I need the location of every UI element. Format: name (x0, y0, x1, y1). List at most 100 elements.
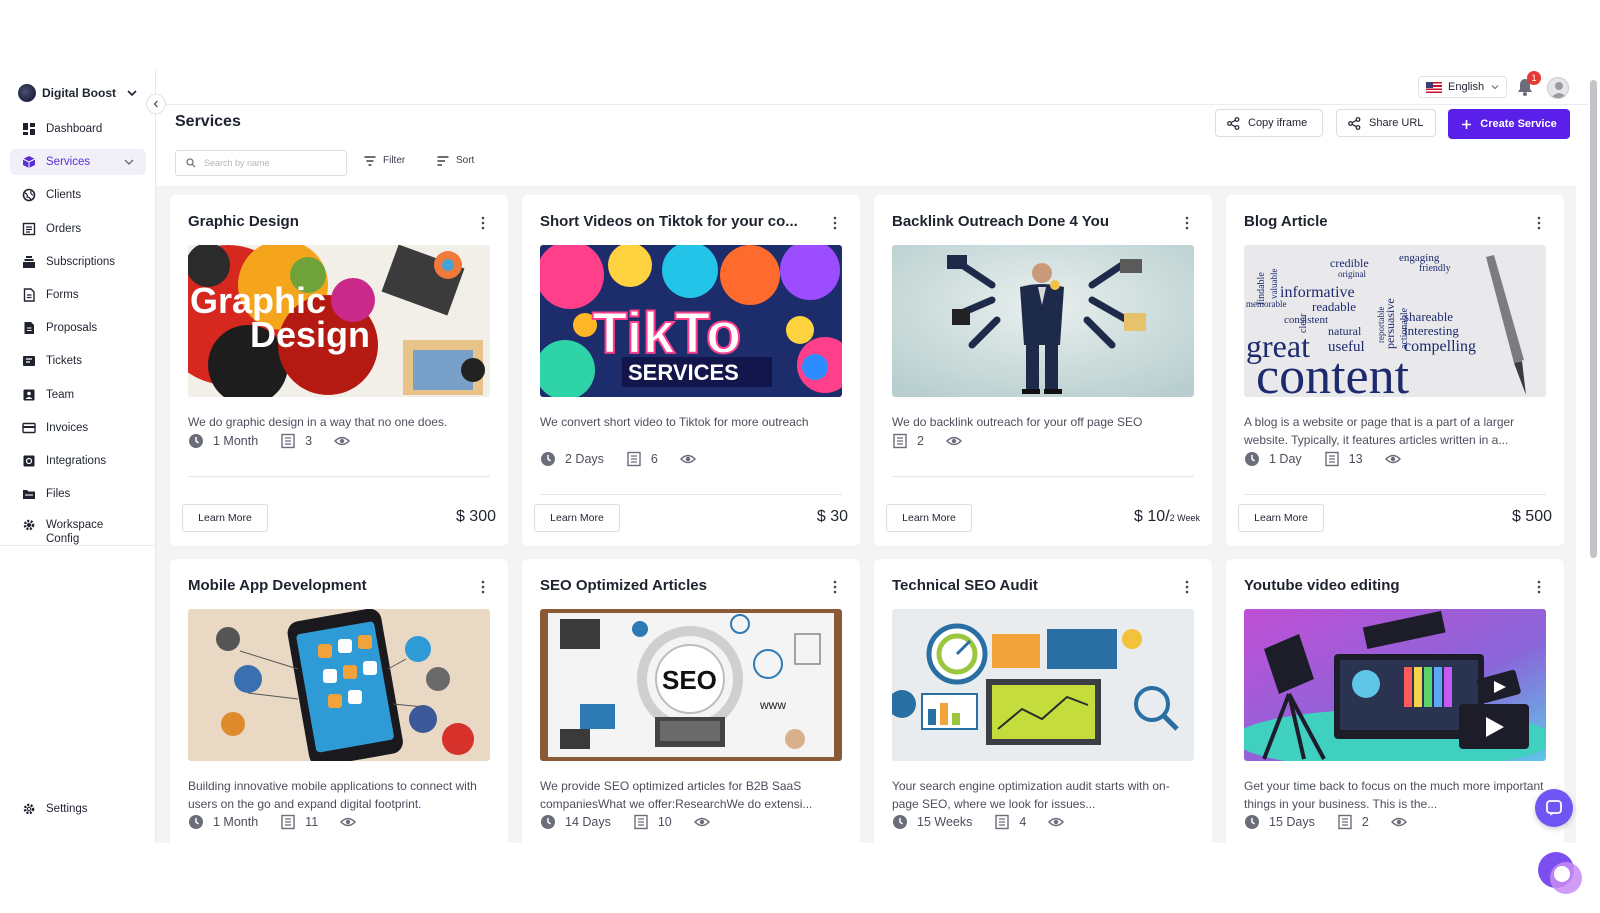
sidebar-nav: Dashboard Services Clients Orders Subscr… (10, 116, 146, 557)
globe-icon (22, 189, 36, 202)
language-select[interactable]: English (1418, 76, 1507, 98)
duration: 14 Days (540, 814, 611, 830)
sidebar-item-label: Services (46, 156, 91, 169)
service-price: $ 30 (817, 508, 848, 526)
duration: 1 Day (1244, 451, 1302, 467)
search-input[interactable] (204, 158, 334, 168)
eye-icon[interactable] (679, 451, 696, 467)
sidebar-item-label: Forms (46, 288, 79, 301)
service-card[interactable]: Technical SEO Audit Your search engine o… (874, 559, 1212, 843)
eye-icon[interactable] (1048, 814, 1065, 830)
service-card[interactable]: Backlink Outreach Done 4 You We do backl… (874, 195, 1212, 546)
more-vertical-icon[interactable] (1536, 215, 1542, 231)
service-price: $ 500 (1512, 508, 1552, 526)
document-list-icon (281, 814, 295, 830)
sidebar-item-settings[interactable]: Settings (22, 802, 88, 816)
more-vertical-icon[interactable] (1536, 579, 1542, 595)
eye-icon[interactable] (340, 814, 357, 830)
more-vertical-icon[interactable] (1184, 215, 1190, 231)
service-meta: 1 Month 3 (188, 433, 351, 449)
more-vertical-icon[interactable] (480, 579, 486, 595)
service-title: Youtube video editing (1244, 577, 1400, 594)
service-description: We convert short video to Tiktok for mor… (540, 415, 809, 429)
sidebar: Digital Boost Dashboard Services Clients… (0, 70, 156, 843)
service-description: A blog is a website or page that is a pa… (1244, 415, 1515, 447)
sidebar-item-label: Integrations (46, 454, 107, 467)
service-card[interactable]: Short Videos on Tiktok for your co... Ti… (522, 195, 860, 546)
service-card[interactable]: Graphic Design Graphic Design We do grap… (170, 195, 508, 546)
document-list-icon (627, 451, 641, 467)
team-icon (23, 389, 35, 400)
sort-button[interactable]: Sort (437, 155, 474, 166)
eye-icon[interactable] (334, 433, 351, 449)
sidebar-item-invoices[interactable]: Invoices (10, 415, 146, 441)
plus-icon (1462, 119, 1472, 129)
clock-icon (189, 815, 203, 829)
svg-text:natural: natural (1328, 324, 1362, 338)
sidebar-item-forms[interactable]: Forms (10, 282, 146, 308)
sidebar-item-files[interactable]: Files (10, 481, 146, 507)
eye-icon[interactable] (1384, 451, 1401, 467)
copy-iframe-button[interactable]: Copy iframe (1215, 109, 1323, 137)
more-vertical-icon[interactable] (832, 215, 838, 231)
share-icon (1227, 116, 1240, 130)
duration-text: 1 Month (213, 815, 259, 829)
duration-text: 15 Weeks (917, 815, 973, 829)
service-meta: 2 (892, 433, 962, 449)
learn-more-button[interactable]: Learn More (1238, 504, 1324, 532)
create-service-button[interactable]: Create Service (1448, 109, 1570, 139)
duration-text: 15 Days (1269, 815, 1315, 829)
sidebar-item-subscriptions[interactable]: Subscriptions (10, 249, 146, 275)
ticket-icon (23, 356, 35, 367)
box-icon (22, 156, 36, 169)
share-url-button[interactable]: Share URL (1336, 109, 1436, 137)
learn-more-button[interactable]: Learn More (886, 504, 972, 532)
avatar[interactable] (1547, 77, 1569, 99)
clock-icon (1245, 452, 1259, 466)
scrollbar-thumb[interactable] (1590, 80, 1597, 558)
card-divider (540, 494, 842, 495)
workspace-switcher[interactable]: Digital Boost (18, 82, 138, 104)
svg-text:friendly: friendly (1419, 263, 1451, 274)
svg-text:credible: credible (1330, 256, 1369, 270)
price-amount: $ 300 (455, 508, 496, 525)
sidebar-item-integrations[interactable]: Integrations (10, 448, 146, 474)
sidebar-item-label: Tickets (46, 355, 82, 368)
service-card[interactable]: Mobile App Development Building innovati… (170, 559, 508, 843)
chat-button[interactable] (1535, 789, 1573, 827)
chevron-down-icon (127, 90, 137, 97)
service-card[interactable]: Youtube video editing Get your time back… (1226, 559, 1564, 843)
us-flag-icon (1426, 81, 1442, 93)
service-card[interactable]: Blog Article engaging credible original … (1226, 195, 1564, 546)
more-vertical-icon[interactable] (1184, 579, 1190, 595)
svg-text:findable: findable (1256, 272, 1267, 305)
sidebar-collapse-button[interactable] (146, 94, 166, 114)
service-card[interactable]: SEO Optimized Articles SEO www We provid… (522, 559, 860, 843)
learn-more-button[interactable]: Learn More (534, 504, 620, 532)
svg-text:compelling: compelling (1404, 338, 1476, 355)
brand-logo (1538, 852, 1582, 894)
svg-text:valuable: valuable (1269, 269, 1279, 300)
duration-text: 1 Day (1269, 452, 1302, 466)
sidebar-item-dashboard[interactable]: Dashboard (10, 116, 146, 142)
item-count: 2 (892, 433, 924, 449)
sidebar-item-clients[interactable]: Clients (10, 182, 146, 208)
filter-button[interactable]: Filter (364, 155, 405, 166)
eye-icon[interactable] (693, 814, 710, 830)
more-vertical-icon[interactable] (480, 215, 486, 231)
services-grid: Graphic Design Graphic Design We do grap… (156, 186, 1576, 843)
eye-icon[interactable] (945, 433, 962, 449)
sidebar-item-team[interactable]: Team (10, 382, 146, 408)
sidebar-item-services[interactable]: Services (10, 149, 146, 176)
learn-more-button[interactable]: Learn More (182, 504, 268, 532)
service-image (1244, 609, 1546, 761)
sidebar-item-orders[interactable]: Orders (10, 216, 146, 242)
service-title: Backlink Outreach Done 4 You (892, 213, 1110, 230)
sidebar-item-proposals[interactable]: Proposals (10, 315, 146, 341)
eye-icon[interactable] (1390, 814, 1407, 830)
service-meta: 15 Weeks 4 (892, 814, 1065, 830)
more-vertical-icon[interactable] (832, 579, 838, 595)
price-amount: $ 500 (1511, 508, 1552, 525)
sidebar-item-tickets[interactable]: Tickets (10, 348, 146, 374)
design-text: Design (250, 314, 370, 355)
